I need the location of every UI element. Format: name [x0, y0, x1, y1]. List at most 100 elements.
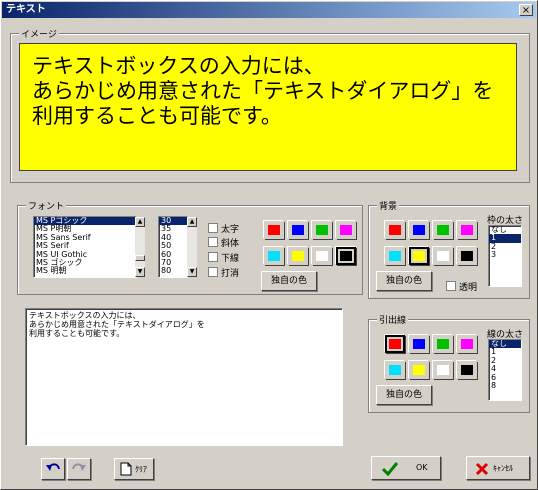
color-swatch[interactable]	[385, 247, 405, 265]
border-width-item[interactable]: 3	[489, 250, 521, 259]
title-bar: テキスト ×	[2, 2, 536, 18]
checkmark-icon	[382, 462, 398, 476]
color-swatch[interactable]	[433, 335, 453, 353]
color-swatch-fill	[389, 339, 401, 349]
color-swatch[interactable]	[457, 221, 477, 239]
line-width-list[interactable]: なし 1 2 4 6 8	[488, 339, 522, 401]
color-swatch-fill	[413, 365, 425, 375]
color-swatch[interactable]	[433, 221, 453, 239]
background-custom-color-button[interactable]: 独自の色	[376, 271, 432, 291]
color-swatch-fill	[389, 251, 401, 261]
font-group-label: フォント	[26, 199, 67, 212]
preview-line: テキストボックスの入力には、	[32, 54, 325, 78]
clear-label: ｸﾘｱ	[135, 465, 147, 474]
color-swatch-fill	[292, 225, 304, 235]
color-swatch-fill	[268, 251, 280, 261]
color-swatch[interactable]	[433, 247, 453, 265]
color-swatch-fill	[461, 251, 473, 261]
scroll-up-icon[interactable]: ▲	[135, 217, 145, 227]
ok-button[interactable]: OK	[371, 456, 441, 480]
color-swatch-fill	[437, 365, 449, 375]
font-list-scrollbar[interactable]: ▲ ▼	[135, 217, 145, 277]
font-custom-color-button[interactable]: 独自の色	[261, 271, 317, 291]
color-swatch-fill	[316, 251, 328, 261]
color-swatch-fill	[340, 251, 352, 261]
font-size-item[interactable]: 80	[159, 267, 187, 276]
color-swatch-fill	[389, 225, 401, 235]
scroll-thumb[interactable]	[135, 255, 145, 261]
color-swatch[interactable]	[409, 247, 429, 265]
undo-button[interactable]	[41, 458, 65, 480]
color-swatch-fill	[461, 225, 473, 235]
color-swatch-fill	[316, 225, 328, 235]
text-dialog: テキスト × イメージ テキストボックスの入力には、 あらかじめ用意された「テキ…	[0, 0, 538, 490]
x-mark-icon	[475, 462, 489, 476]
color-swatch-fill	[268, 225, 280, 235]
color-swatch[interactable]	[457, 361, 477, 379]
bold-checkbox[interactable]: 太字	[208, 222, 239, 235]
color-swatch-fill	[413, 251, 425, 261]
color-swatch[interactable]	[433, 361, 453, 379]
color-swatch[interactable]	[385, 361, 405, 379]
color-swatch[interactable]	[385, 335, 405, 353]
color-swatch[interactable]	[385, 221, 405, 239]
line-width-item[interactable]: 8	[489, 381, 521, 390]
color-swatch-fill	[437, 225, 449, 235]
scroll-up-icon[interactable]: ▲	[187, 217, 197, 227]
document-icon	[120, 462, 132, 476]
redo-button[interactable]	[67, 458, 91, 480]
scroll-down-icon[interactable]: ▼	[187, 267, 197, 277]
close-button[interactable]: ×	[519, 4, 533, 16]
text-line: あらかじめ用意された「テキストダイアログ」を	[29, 320, 205, 329]
color-swatch[interactable]	[457, 247, 477, 265]
text-preview: テキストボックスの入力には、 あらかじめ用意された「テキストダイアログ」を 利用…	[19, 43, 517, 171]
color-swatch-fill	[292, 251, 304, 261]
color-swatch[interactable]	[409, 335, 429, 353]
color-swatch-fill	[413, 225, 425, 235]
color-swatch-fill	[389, 365, 401, 375]
font-list-item[interactable]: MS 明朝	[34, 267, 136, 276]
color-swatch[interactable]	[288, 247, 308, 265]
font-size-list[interactable]: 30 35 40 50 60 70 80	[158, 216, 188, 278]
italic-checkbox[interactable]: 斜体	[208, 236, 239, 249]
background-group-label: 背景	[377, 199, 400, 212]
color-swatch[interactable]	[264, 221, 284, 239]
color-swatch-fill	[413, 339, 425, 349]
text-input-area[interactable]: テキストボックスの入力には、 あらかじめ用意された「テキストダイアログ」を 利用…	[25, 308, 343, 446]
redo-icon	[72, 463, 86, 471]
scroll-down-icon[interactable]: ▼	[135, 267, 145, 277]
leader-line-group-label: 引出線	[377, 313, 409, 326]
window-title: テキスト	[6, 4, 46, 15]
cancel-button[interactable]: ｷｬﾝｾﾙ	[466, 456, 530, 480]
color-swatch[interactable]	[457, 335, 477, 353]
leader-custom-color-button[interactable]: 独自の色	[376, 385, 432, 405]
color-swatch-fill	[437, 339, 449, 349]
preview-line: 利用することも可能です。	[32, 104, 282, 128]
color-swatch[interactable]	[312, 247, 332, 265]
font-list[interactable]: MS Pゴシック MS P明朝 MS Sans Serif MS Serif MS UI…	[33, 216, 137, 278]
color-swatch[interactable]	[336, 247, 356, 265]
color-swatch[interactable]	[264, 247, 284, 265]
color-swatch[interactable]	[312, 221, 332, 239]
image-group-label: イメージ	[19, 27, 59, 40]
color-swatch-fill	[437, 251, 449, 261]
color-swatch[interactable]	[288, 221, 308, 239]
size-list-scrollbar[interactable]: ▲ ▼	[187, 217, 197, 277]
text-line: テキストボックスの入力には、	[29, 311, 141, 320]
color-swatch-fill	[461, 365, 473, 375]
underline-checkbox[interactable]: 下線	[208, 251, 239, 264]
preview-line: あらかじめ用意された「テキストダイアログ」を	[32, 79, 494, 103]
clear-button[interactable]: ｸﾘｱ	[114, 458, 154, 480]
text-line: 利用することも可能です。	[29, 329, 125, 338]
color-swatch[interactable]	[409, 361, 429, 379]
strikethrough-checkbox[interactable]: 打消	[208, 266, 239, 279]
color-swatch-fill	[340, 225, 352, 235]
transparent-checkbox[interactable]: 透明	[446, 280, 477, 293]
color-swatch[interactable]	[336, 221, 356, 239]
cancel-label: ｷｬﾝｾﾙ	[493, 464, 513, 473]
color-swatch[interactable]	[409, 221, 429, 239]
border-width-list[interactable]: なし 1 2 3	[488, 225, 522, 287]
undo-icon	[46, 463, 60, 471]
ok-label: OK	[416, 463, 428, 472]
color-swatch-fill	[461, 339, 473, 349]
